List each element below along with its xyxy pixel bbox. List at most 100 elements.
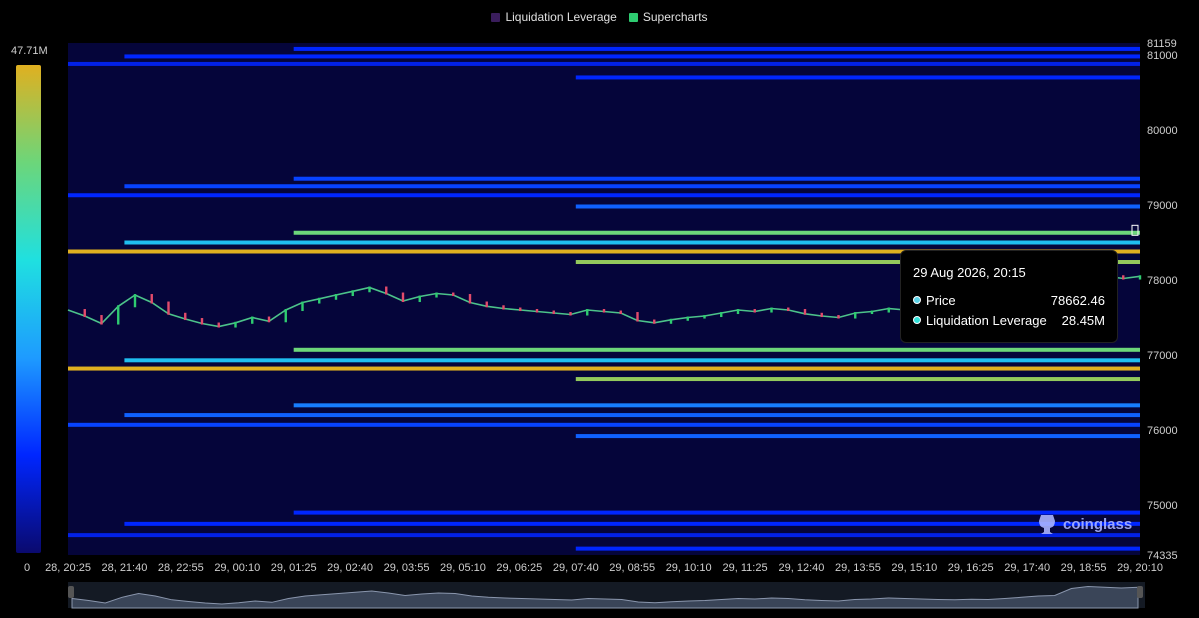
tooltip: 29 Aug 2026, 20:15 Price 78662.46 Liquid…: [900, 250, 1118, 343]
price-candle: [133, 294, 137, 308]
price-candle: [100, 315, 103, 325]
tooltip-title: 29 Aug 2026, 20:15: [913, 265, 1026, 280]
price-candle: [703, 315, 706, 319]
x-tick-label: 29, 16:25: [948, 562, 994, 574]
liquidation-band: [293, 403, 1140, 408]
x-tick-label: 28, 21:40: [101, 562, 147, 574]
price-candle: [636, 312, 639, 322]
liquidation-band: [293, 510, 1140, 515]
price-candle: [468, 294, 472, 304]
price-candle: [1138, 275, 1142, 280]
x-tick-label: 29, 08:55: [609, 562, 655, 574]
x-tick-label: 29, 02:40: [327, 562, 373, 574]
price-candle: [887, 307, 890, 313]
liquidation-band: [575, 204, 1140, 209]
price-candle: [686, 316, 689, 321]
price-candle: [720, 312, 723, 318]
y-tick-label: 75000: [1147, 500, 1178, 512]
x-tick-label: 29, 06:25: [496, 562, 542, 574]
tooltip-value-price: 78662.46: [1050, 292, 1105, 308]
price-candle: [267, 316, 271, 323]
liquidation-band: [293, 347, 1140, 352]
price-candle: [167, 301, 170, 315]
price-candle: [301, 301, 304, 312]
price-candle: [200, 318, 204, 325]
price-candle: [334, 294, 338, 300]
x-tick-label: 29, 15:10: [891, 562, 937, 574]
price-dot-icon: [913, 296, 921, 304]
price-candle: [502, 305, 505, 310]
liquidation-band: [68, 533, 1140, 538]
y-tick-label: 81000: [1147, 50, 1178, 62]
tooltip-row-price: Price 78662.46: [913, 290, 1105, 310]
price-candle: [753, 309, 756, 313]
leverage-dot-icon: [913, 316, 921, 324]
price-candle: [251, 316, 254, 324]
price-candle: [669, 318, 673, 324]
price-candle: [401, 292, 405, 303]
x-tick-label: 28, 22:55: [158, 562, 204, 574]
liquidation-band: [124, 184, 1141, 189]
tooltip-label-liquidation-leverage: Liquidation Leverage: [926, 312, 1047, 328]
price-candle: [217, 322, 220, 328]
tooltip-label-price: Price: [926, 292, 956, 308]
x-tick-label: 29, 18:55: [1061, 562, 1107, 574]
coinglass-logo-icon: [1039, 515, 1055, 534]
price-candle: [870, 310, 874, 315]
coinglass-logo: coinglass: [1037, 513, 1132, 535]
x-tick-label: 29, 20:10: [1117, 562, 1163, 574]
price-candle: [519, 307, 522, 312]
liquidation-band: [124, 358, 1141, 363]
y-tick-label: 79000: [1147, 200, 1178, 212]
y-tick-label: 74335: [1147, 550, 1178, 562]
price-candle: [318, 297, 321, 304]
liquidation-band: [68, 422, 1140, 427]
x-tick-label: 29, 12:40: [779, 562, 825, 574]
liquidation-band: [68, 366, 1140, 371]
price-candle: [284, 309, 287, 323]
price-candle: [803, 309, 807, 315]
x-tick-label: 29, 03:55: [384, 562, 430, 574]
x-tick-label: 29, 13:55: [835, 562, 881, 574]
liquidation-band: [68, 61, 1140, 66]
liquidation-band: [124, 521, 1141, 526]
price-candle: [1122, 275, 1125, 280]
x-tick-label: 29, 10:10: [666, 562, 712, 574]
liquidation-band: [293, 46, 1140, 51]
price-candle: [184, 312, 187, 321]
price-candle: [854, 312, 857, 319]
price-candle: [602, 309, 606, 313]
liquidation-band: [293, 176, 1140, 181]
tooltip-row-liquidation-leverage: Liquidation Leverage 28.45M: [913, 310, 1105, 330]
tooltip-value-liquidation-leverage: 28.45M: [1061, 312, 1105, 328]
liquidation-band: [575, 75, 1140, 80]
price-candle: [736, 309, 740, 315]
liquidation-band: [68, 193, 1140, 198]
price-candle: [569, 312, 572, 316]
price-candle: [820, 312, 823, 318]
scroll-handle-left[interactable]: [68, 586, 74, 598]
x-tick-label: 29, 11:25: [723, 562, 768, 574]
y-tick-label: 81159: [1147, 38, 1177, 50]
liquidation-band: [293, 230, 1140, 235]
y-tick-label: 76000: [1147, 425, 1178, 437]
x-tick-label: 28, 20:25: [45, 562, 91, 574]
y-tick-label: 78000: [1147, 275, 1178, 287]
x-tick-label: 29, 01:25: [271, 562, 317, 574]
y-tick-label: 80000: [1147, 125, 1178, 137]
price-candle: [837, 315, 840, 319]
price-candle: [535, 309, 539, 313]
price-candle: [435, 292, 438, 298]
price-candle: [452, 292, 455, 297]
price-candle: [150, 294, 153, 304]
y-tick-label: 77000: [1147, 350, 1178, 362]
scroll-handle-right[interactable]: [1137, 586, 1143, 598]
x-tick-label: 29, 05:10: [440, 562, 486, 574]
x-tick-label: 29, 00:10: [214, 562, 260, 574]
liquidation-band: [124, 54, 1141, 59]
price-candle: [117, 305, 120, 325]
price-candle: [787, 307, 790, 312]
liquidation-band: [124, 240, 1141, 245]
price-candle: [619, 310, 622, 315]
x-tick-label: 29, 17:40: [1004, 562, 1050, 574]
